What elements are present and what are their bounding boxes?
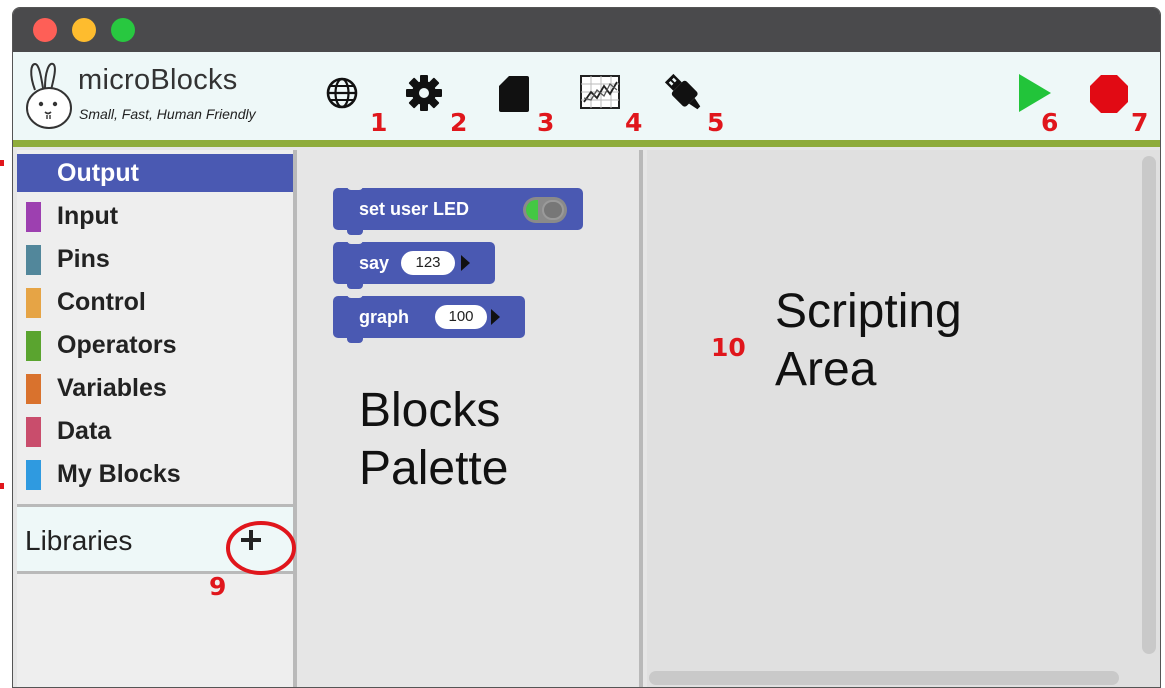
expand-arrow-icon[interactable] [491,309,500,325]
category-color-swatch [26,245,41,275]
badge-5: 5 [707,108,725,137]
category-control[interactable]: Control [17,282,293,322]
category-color-swatch [26,202,41,232]
scripting-area-annotation: Scripting Area [775,283,962,399]
language-button[interactable] [319,70,365,116]
toggle-knob [542,200,564,220]
block-tab [347,338,363,343]
block-notch [347,292,363,298]
say-block[interactable]: say 123 [333,238,495,289]
set-user-led-block[interactable]: set user LED [333,184,583,235]
category-label: Control [57,288,146,316]
graph-icon [580,75,620,109]
graph-block[interactable]: graph 100 [333,292,525,343]
badge-3: 3 [537,108,555,137]
badge-7: 7 [1131,108,1149,137]
file-menu-button[interactable] [491,70,537,116]
settings-button[interactable] [401,70,447,116]
category-color-swatch [26,374,41,404]
expand-arrow-icon[interactable] [461,255,470,271]
block-tab [347,230,363,235]
category-label: My Blocks [57,460,181,488]
connect-board-button[interactable] [661,70,707,116]
graph-button[interactable] [577,70,623,116]
category-label: Operators [57,331,177,359]
horizontal-scrollbar[interactable] [649,671,1119,685]
annotation-line: Blocks [359,384,501,437]
left-edge-mark [0,483,4,489]
app-window: microBlocks Small, Fast, Human Friendly … [12,7,1161,688]
category-list: Output Input Pins Control Operators Vari… [17,150,297,687]
annotation-line: Scripting [775,285,962,338]
badge-2: 2 [450,108,468,137]
file-icon [499,76,529,112]
toolbar: microBlocks Small, Fast, Human Friendly … [13,52,1160,140]
app-tagline: Small, Fast, Human Friendly [79,106,256,122]
block-notch [347,184,363,190]
libraries-label: Libraries [25,525,133,556]
close-window-button[interactable] [33,18,57,42]
block-tab [347,284,363,289]
category-output[interactable]: Output [17,154,293,192]
category-my-blocks[interactable]: My Blocks [17,454,293,494]
toggle-on-segment [526,200,538,220]
badge-10: 10 [711,333,746,362]
gear-icon [406,75,442,111]
scripting-area[interactable]: 10 Scripting Area [647,150,1160,687]
app-name: microBlocks [78,64,238,96]
maximize-window-button[interactable] [111,18,135,42]
badge-6: 6 [1041,108,1059,137]
badge-1: 1 [370,108,388,137]
badge-4: 4 [625,108,643,137]
category-color-swatch [26,417,41,447]
category-input[interactable]: Input [17,196,293,236]
category-pins[interactable]: Pins [17,239,293,279]
toolbar-divider [13,140,1160,147]
category-label: Output [57,159,139,187]
vertical-scrollbar[interactable] [1142,156,1156,654]
category-label: Data [57,417,112,445]
badge-9: 9 [209,572,227,601]
blocks-palette-annotation: Blocks Palette [359,382,508,498]
category-color-swatch [26,331,41,361]
block-notch [347,238,363,244]
graph-value-slot[interactable]: 100 [435,305,487,329]
minimize-window-button[interactable] [72,18,96,42]
usb-icon [664,73,701,110]
category-label: Input [57,202,119,230]
microblocks-logo-icon [26,62,72,129]
stop-icon [1090,75,1128,113]
category-color-swatch [26,460,41,490]
category-operators[interactable]: Operators [17,325,293,365]
category-variables[interactable]: Variables [17,368,293,408]
block-label: say [359,253,390,273]
block-label: graph [359,307,410,327]
globe-icon [326,77,358,109]
block-label: set user LED [359,199,470,219]
say-value-slot[interactable]: 123 [401,251,455,275]
annotation-line: Area [775,343,877,396]
category-color-swatch [26,288,41,318]
category-label: Variables [57,374,167,402]
left-edge-mark [0,160,4,166]
category-data[interactable]: Data [17,411,293,451]
title-bar [13,8,1160,52]
highlight-circle [226,521,296,575]
annotation-line: Palette [359,442,509,495]
stop-button[interactable] [1086,70,1132,116]
blocks-palette: set user LED say 123 graph 100 Blocks Pa… [301,150,643,687]
led-toggle[interactable] [523,197,567,223]
category-label: Pins [57,245,110,273]
